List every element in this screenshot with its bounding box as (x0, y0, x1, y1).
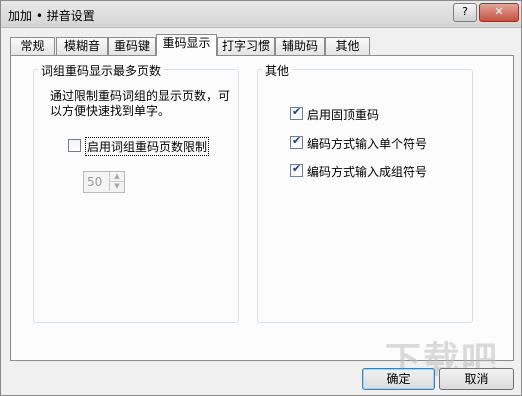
help-icon: ? (462, 5, 468, 18)
enable-page-limit-label[interactable]: 启用词组重码页数限制 (85, 137, 210, 156)
group-symbol-label[interactable]: 编码方式输入成组符号 (307, 163, 427, 180)
single-symbol-box[interactable] (290, 134, 303, 149)
window-title: 加加 • 拼音设置 (8, 9, 95, 23)
tab-duplicate-key[interactable]: 重码键 (108, 37, 156, 55)
tab-general[interactable]: 常规 (10, 37, 55, 55)
group-symbol-box[interactable] (290, 162, 303, 177)
other-options-group: 其他 启用固顶重码 编码方式输入单个符号 编码方式输入成组符号 (257, 62, 473, 323)
page-limit-description: 通过限制重码词组的显示页数，可以方便快速找到单字。 (50, 89, 231, 118)
tab-fuzzy-pinyin[interactable]: 模糊音 (56, 37, 108, 55)
page-limit-stepper: 50 ▲ ▼ (83, 171, 125, 193)
tab-panel-duplicate-display: 词组重码显示最多页数 通过限制重码词组的显示页数，可以方便快速找到单字。 启用词… (10, 55, 514, 361)
single-symbol-label[interactable]: 编码方式输入单个符号 (307, 135, 427, 152)
other-options-group-title: 其他 (262, 62, 293, 79)
title-bar: 加加 • 拼音设置 ? ✕ (1, 1, 521, 28)
page-limit-group: 词组重码显示最多页数 通过限制重码词组的显示页数，可以方便快速找到单字。 启用词… (33, 62, 239, 323)
tab-other[interactable]: 其他 (325, 37, 370, 55)
settings-dialog: 加加 • 拼音设置 ? ✕ 常规 模糊音 重码键 重码显示 打字习惯 辅助码 其… (0, 0, 522, 396)
stepper-up-icon: ▲ (109, 172, 124, 182)
page-limit-value: 50 (87, 175, 103, 189)
tab-typing-habits[interactable]: 打字习惯 (217, 37, 275, 55)
close-icon: ✕ (494, 5, 504, 18)
pinned-duplicate-label[interactable]: 启用固顶重码 (307, 106, 379, 123)
help-button[interactable]: ? (453, 3, 477, 22)
cancel-button[interactable]: 取消 (439, 368, 514, 390)
tab-duplicate-display[interactable]: 重码显示 (156, 34, 217, 56)
enable-page-limit-box[interactable] (68, 139, 81, 152)
tab-auxiliary-code[interactable]: 辅助码 (275, 37, 325, 55)
stepper-down-icon: ▼ (109, 182, 124, 191)
close-button[interactable]: ✕ (479, 3, 519, 22)
page-limit-group-title: 词组重码显示最多页数 (38, 62, 165, 79)
pinned-duplicate-box[interactable] (290, 105, 303, 120)
ok-button[interactable]: 确定 (362, 368, 435, 390)
